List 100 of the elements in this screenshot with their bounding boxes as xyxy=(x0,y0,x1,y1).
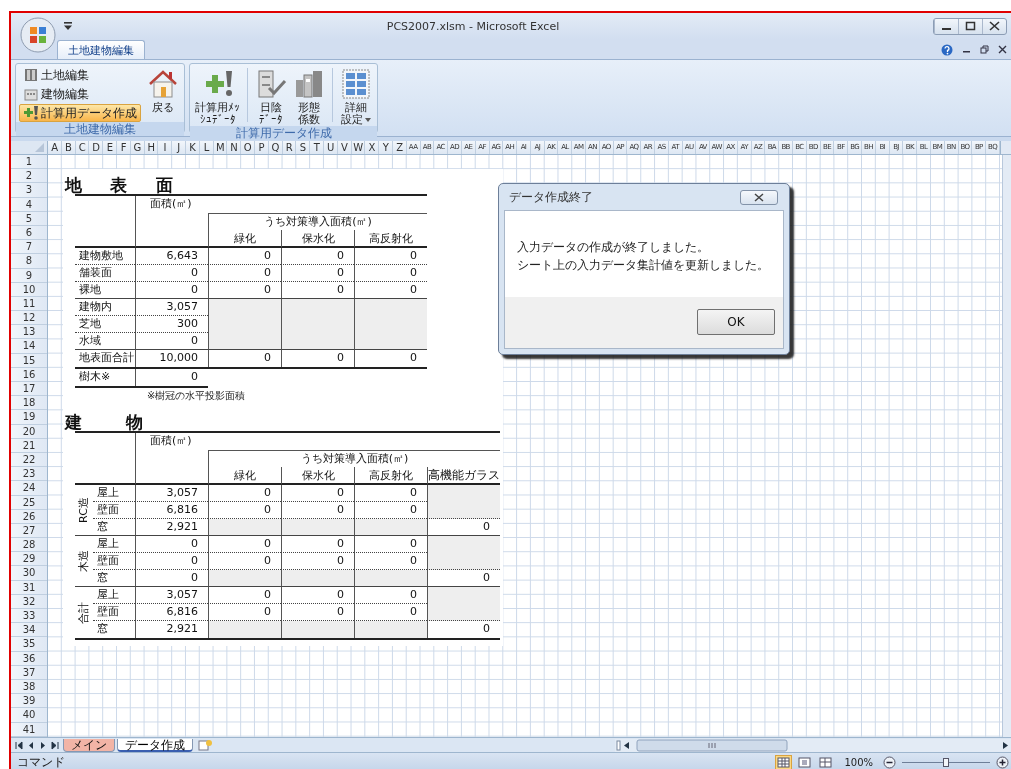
row-header[interactable]: 28 xyxy=(11,538,47,553)
row-header[interactable]: 39 xyxy=(11,694,47,709)
row-header[interactable]: 1 xyxy=(11,155,47,170)
row-header[interactable]: 5 xyxy=(11,211,47,226)
row-header[interactable]: 8 xyxy=(11,254,47,269)
view-button[interactable] xyxy=(775,754,793,769)
horizontal-scrollbar[interactable] xyxy=(615,738,1011,752)
row-header[interactable]: 37 xyxy=(11,665,47,680)
row-label: 建物内 xyxy=(75,299,135,316)
row-label: 壁面 xyxy=(93,553,135,570)
column-header[interactable]: M xyxy=(213,141,228,154)
last-sheet-icon[interactable] xyxy=(51,740,60,750)
ribbon-button[interactable]: 戻る xyxy=(145,66,181,114)
column-header[interactable]: N xyxy=(227,141,242,154)
column-header[interactable]: O xyxy=(241,141,255,154)
row-header[interactable]: 3 xyxy=(11,183,47,198)
row-header[interactable]: 18 xyxy=(11,396,47,411)
column-header[interactable]: L xyxy=(199,141,214,154)
ribbon-button[interactable]: 形態 係数 xyxy=(291,66,327,126)
sheet-tab[interactable]: データ作成 xyxy=(117,738,193,752)
footnote: ※樹冠の水平投影面積 xyxy=(147,390,247,401)
row-header[interactable]: 31 xyxy=(11,580,47,595)
column-header[interactable]: A xyxy=(48,141,62,154)
row-header[interactable]: 16 xyxy=(11,367,47,382)
row-header[interactable]: 21 xyxy=(11,438,47,453)
column-header[interactable]: I xyxy=(158,141,173,154)
column-header[interactable]: K xyxy=(185,141,200,154)
row-header[interactable]: 13 xyxy=(11,325,47,340)
help-icon[interactable] xyxy=(941,43,953,56)
slider-thumb[interactable] xyxy=(943,757,949,767)
ok-button[interactable]: OK xyxy=(697,309,775,335)
close-icon[interactable] xyxy=(998,45,1007,54)
column-header[interactable]: P xyxy=(254,141,269,154)
zoom-out-icon[interactable] xyxy=(883,755,896,769)
restore-icon[interactable] xyxy=(980,45,989,54)
row-header[interactable]: 34 xyxy=(11,623,47,638)
column-header[interactable]: W xyxy=(351,141,366,154)
ribbon-button[interactable]: 計算用データ作成 xyxy=(19,104,141,122)
row-header[interactable]: 15 xyxy=(11,353,47,368)
row-header[interactable]: 12 xyxy=(11,311,47,326)
group-label: 木造 xyxy=(78,550,90,572)
row-header[interactable]: 30 xyxy=(11,566,47,581)
ribbon-button[interactable]: 詳細 設定 xyxy=(338,66,374,126)
column-header[interactable]: Y xyxy=(379,141,393,154)
view-button[interactable] xyxy=(796,754,814,769)
row-header[interactable]: 24 xyxy=(11,481,47,496)
row-header[interactable]: 10 xyxy=(11,282,47,297)
column-header[interactable]: T xyxy=(310,141,324,154)
row-header[interactable]: 11 xyxy=(11,296,47,312)
ribbon-button[interactable]: 日陰 ﾃﾞｰﾀ xyxy=(253,66,289,126)
row-header[interactable]: 35 xyxy=(11,637,47,652)
row-header[interactable]: 7 xyxy=(11,240,47,255)
row-header[interactable]: 36 xyxy=(11,651,47,666)
row-header[interactable]: 33 xyxy=(11,609,47,624)
row-header[interactable]: 6 xyxy=(11,225,47,241)
column-header[interactable]: V xyxy=(337,141,352,154)
row-header[interactable]: 26 xyxy=(11,509,47,524)
close-button[interactable] xyxy=(740,189,778,205)
column-header[interactable]: C xyxy=(75,141,90,154)
row-header[interactable]: 2 xyxy=(11,169,47,184)
column-header[interactable]: J xyxy=(172,141,186,154)
column-header[interactable]: Q xyxy=(268,141,283,154)
previous-sheet-icon[interactable] xyxy=(27,740,36,750)
column-header[interactable]: B xyxy=(61,141,76,154)
column-header[interactable]: E xyxy=(103,141,117,154)
row-header[interactable]: 25 xyxy=(11,495,47,510)
column-header[interactable]: R xyxy=(282,141,297,154)
row-header[interactable]: 14 xyxy=(11,339,47,354)
column-header[interactable]: G xyxy=(130,141,145,154)
column-header[interactable]: D xyxy=(89,141,104,154)
sheet-tab[interactable]: メイン xyxy=(63,738,115,752)
row-header[interactable]: 4 xyxy=(11,197,47,212)
column-header[interactable]: F xyxy=(117,141,131,154)
row-header[interactable]: 19 xyxy=(11,410,47,425)
ribbon-tab[interactable]: 土地建物編集 xyxy=(57,40,145,59)
column-header[interactable]: Z xyxy=(392,141,407,154)
row-header[interactable]: 40 xyxy=(11,708,47,723)
customize-icon[interactable] xyxy=(63,21,73,31)
vertical-scrollbar[interactable] xyxy=(1002,155,1011,737)
column-header[interactable]: X xyxy=(365,141,380,154)
ribbon-button[interactable]: 計算用ﾒｯ ｼｭﾃﾞｰﾀ xyxy=(193,66,242,126)
row-header[interactable]: 29 xyxy=(11,552,47,567)
ribbon-button[interactable]: 土地編集 xyxy=(19,66,141,84)
zoom-in-icon[interactable] xyxy=(996,755,1009,769)
ribbon-button[interactable]: 建物編集 xyxy=(19,85,141,103)
row-header[interactable]: 23 xyxy=(11,467,47,482)
column-header[interactable]: U xyxy=(323,141,338,154)
row-header[interactable]: 32 xyxy=(11,594,47,609)
column-header[interactable]: H xyxy=(144,141,159,154)
first-sheet-icon[interactable] xyxy=(15,740,24,750)
column-header[interactable]: S xyxy=(296,141,311,154)
row-header[interactable]: 20 xyxy=(11,424,47,439)
row-header[interactable]: 41 xyxy=(11,722,47,737)
row-header[interactable]: 17 xyxy=(11,382,47,397)
view-button[interactable] xyxy=(817,754,835,769)
row-header[interactable]: 38 xyxy=(11,679,47,695)
next-sheet-icon[interactable] xyxy=(39,740,48,750)
row-header[interactable]: 22 xyxy=(11,452,47,468)
row-header[interactable]: 27 xyxy=(11,523,47,539)
row-header[interactable]: 9 xyxy=(11,268,47,283)
